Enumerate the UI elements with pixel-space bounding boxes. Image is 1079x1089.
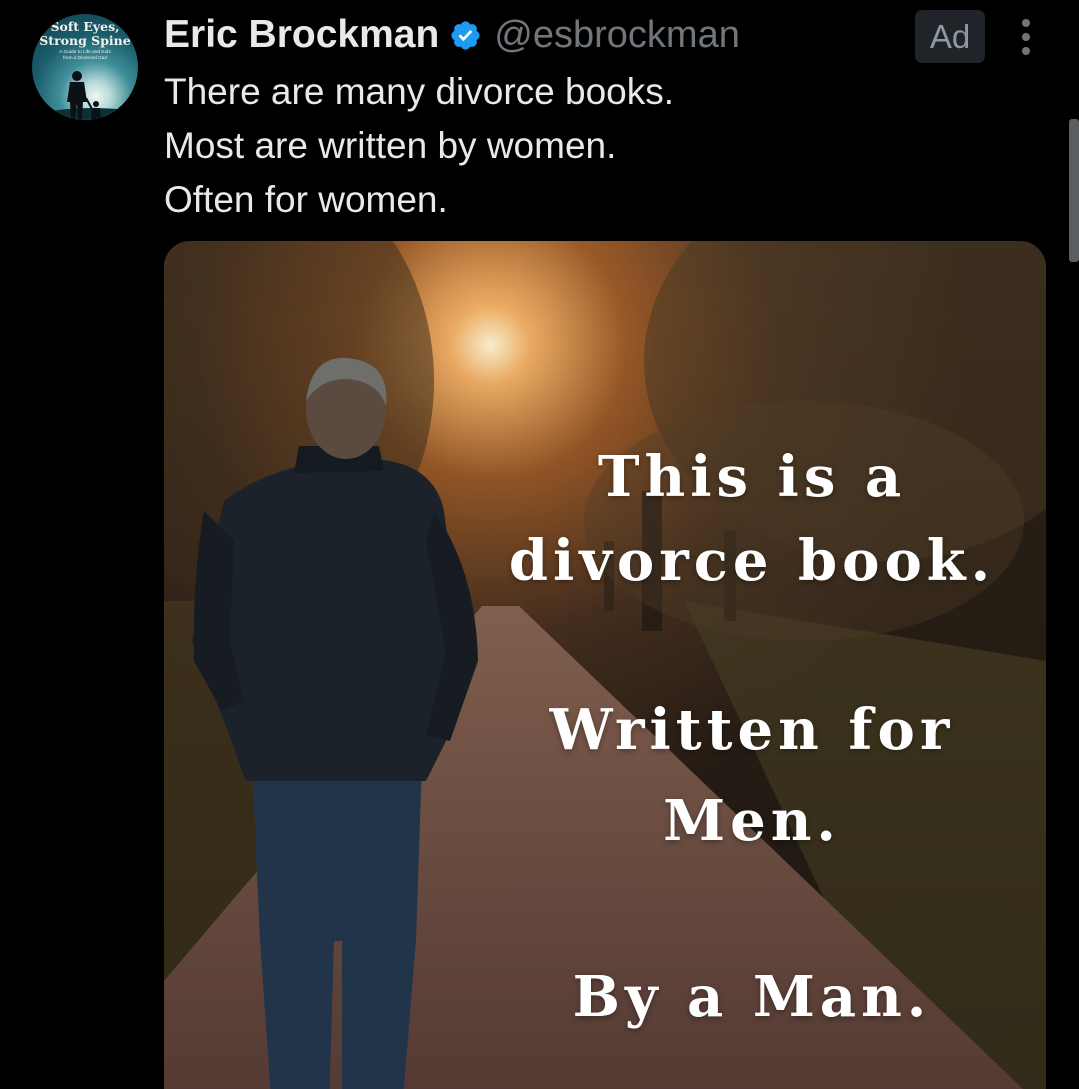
media-overlay-line-1: This is a	[597, 444, 907, 510]
avatar-book-title-line-2: Strong Spine	[39, 33, 131, 48]
media-photo-illustration	[164, 241, 1046, 1089]
tweet-media-image[interactable]: This is a divorce book. Written for Men.…	[164, 241, 1046, 1089]
more-options-icon[interactable]	[1006, 14, 1046, 60]
media-overlay-line-3: Written for	[549, 697, 955, 763]
tweet-text-line: Most are written by women.	[164, 125, 617, 166]
tweet-text-line: There are many divorce books.	[164, 71, 675, 112]
media-overlay-line-2: divorce book.	[508, 528, 996, 594]
account-handle[interactable]: @esbrockman	[494, 14, 740, 57]
tweet-text-line: Often for women.	[164, 179, 448, 220]
avatar-subtitle-line: from a Divorced Dad	[63, 55, 107, 61]
media-overlay-line-4: Men.	[663, 788, 841, 854]
verified-badge-icon	[449, 19, 482, 52]
media-overlay-line-5: By a Man.	[572, 964, 932, 1030]
ad-badge: Ad	[915, 10, 985, 63]
display-name[interactable]: Eric Brockman	[164, 13, 439, 57]
tweet-header: Eric Brockman @esbrockman	[164, 6, 740, 64]
scrollbar-thumb[interactable]	[1069, 119, 1079, 262]
avatar-book-title-line-1: Soft Eyes,	[50, 19, 120, 34]
tweet-text: There are many divorce books. Most are w…	[164, 65, 1044, 227]
avatar[interactable]: Soft Eyes, Strong Spine A Guide to Life …	[32, 14, 138, 120]
avatar-book-subtitle: A Guide to Life and Kids from a Divorced…	[32, 50, 138, 61]
